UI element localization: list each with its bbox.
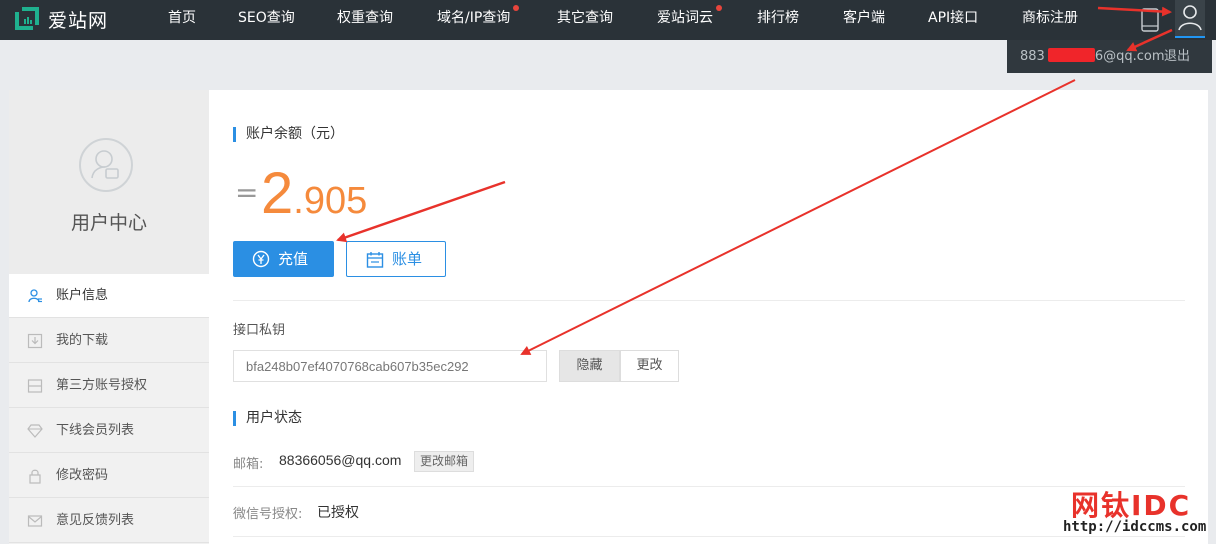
phone-icon[interactable] [1140, 8, 1160, 32]
sidebar-item-label: 账户信息 [56, 288, 109, 303]
new-dot [716, 5, 722, 11]
user-info-icon [28, 289, 42, 303]
logout-link[interactable]: 退出 [1164, 40, 1190, 73]
sidebar-item-third-party[interactable]: 第三方账号授权 [9, 364, 209, 408]
download-icon [27, 333, 43, 349]
divider [233, 536, 1185, 537]
wechat-value: 已授权 [317, 504, 359, 520]
calendar-icon [366, 252, 384, 268]
user-menu-toggle[interactable] [1175, 0, 1205, 38]
hide-key-button[interactable]: 隐藏 [559, 350, 620, 382]
balance-amount: 2.905 [261, 160, 367, 227]
sidebar-item-downline[interactable]: 下线会员列表 [9, 409, 209, 453]
watermark-title: 网钛IDC [1071, 489, 1192, 522]
nav-domain-ip[interactable]: 域名/IP查询 [437, 0, 520, 38]
sidebar-header: 用户中心 [9, 90, 209, 274]
charge-button[interactable]: 充值 [233, 241, 334, 277]
sidebar-item-label: 第三方账号授权 [56, 378, 148, 393]
yuan-coin-icon [252, 250, 270, 268]
user-icon [1178, 5, 1202, 31]
sidebar-item-downloads[interactable]: 我的下载 [9, 319, 209, 363]
nav-label: 首页 [168, 10, 196, 26]
main-panel: 账户余额（元） = 2.905 充值 账单 接口私钥 隐藏 更改 用户状态 邮箱… [209, 90, 1208, 544]
sidebar: 用户中心 账户信息 我的下载 第三方账号授权 下线会员列表 修改密码 意见反馈列… [9, 90, 209, 544]
nav-wordcloud[interactable]: 爱站词云 [657, 0, 722, 38]
divider [233, 300, 1185, 301]
avatar [79, 138, 133, 192]
brand-name: 爱站网 [48, 9, 109, 32]
logo-icon [15, 7, 39, 30]
nav-label: 排行榜 [757, 10, 799, 26]
nav-api[interactable]: API接口 [928, 0, 978, 38]
change-key-button[interactable]: 更改 [620, 350, 679, 382]
nav-label: API接口 [928, 10, 979, 26]
nav-seo[interactable]: SEO查询 [238, 0, 295, 38]
sidebar-item-label: 下线会员列表 [56, 423, 135, 438]
nav-label: SEO查询 [238, 10, 295, 26]
lock-icon [29, 469, 41, 484]
sidebar-item-label: 意见反馈列表 [56, 513, 135, 528]
nav-label: 权重查询 [337, 10, 393, 26]
charge-button-label: 充值 [278, 250, 309, 268]
status-title: 用户状态 [233, 411, 302, 426]
user-dropdown: 883 6@qq.com 退出 [1007, 40, 1212, 73]
nav-label: 域名/IP查询 [437, 10, 511, 26]
api-key-label: 接口私钥 [233, 323, 286, 338]
nav-weight[interactable]: 权重查询 [337, 0, 393, 38]
diamond-icon [27, 424, 43, 438]
redaction-mark [1048, 48, 1095, 62]
nav-client[interactable]: 客户端 [843, 0, 885, 38]
sidebar-item-feedback[interactable]: 意见反馈列表 [9, 499, 209, 543]
sidebar-item-account-info[interactable]: 账户信息 [9, 274, 209, 318]
nav-ranking[interactable]: 排行榜 [757, 0, 799, 38]
email-label: 邮箱: [233, 457, 264, 472]
watermark-url: http://idccms.com [1063, 519, 1207, 535]
amount-prefix: = [235, 176, 259, 209]
bill-button[interactable]: 账单 [346, 241, 446, 277]
sidebar-item-label: 我的下载 [56, 333, 109, 348]
nav-label: 客户端 [843, 10, 885, 26]
change-email-button[interactable]: 更改邮箱 [414, 451, 475, 472]
nav-other[interactable]: 其它查询 [557, 0, 613, 38]
amount-decimal: .905 [293, 180, 368, 222]
card-icon [27, 379, 43, 393]
brand-logo[interactable]: 爱站网 [14, 4, 108, 34]
top-nav-bar: 爱站网 首页 SEO查询 权重查询 域名/IP查询 其它查询 爱站词云 排行榜 … [0, 0, 1216, 40]
sidebar-title: 用户中心 [70, 212, 147, 234]
bill-button-label: 账单 [392, 250, 423, 268]
nav-home[interactable]: 首页 [168, 0, 196, 38]
api-key-field[interactable] [233, 350, 547, 382]
mail-icon [27, 515, 43, 527]
divider [233, 486, 1185, 487]
avatar-user-icon [91, 150, 119, 179]
nav-label: 爱站词云 [657, 10, 713, 26]
nav-label: 其它查询 [557, 10, 613, 26]
nav-label: 商标注册 [1022, 10, 1078, 26]
sidebar-item-label: 修改密码 [56, 468, 109, 483]
email-value: 88366056@qq.com [279, 452, 402, 468]
sidebar-item-password[interactable]: 修改密码 [9, 454, 209, 498]
email-suffix: 6@qq.com [1094, 49, 1165, 64]
balance-title: 账户余额（元） [233, 127, 344, 142]
wechat-label: 微信号授权: [233, 507, 303, 522]
new-dot [513, 5, 520, 11]
nav-trademark[interactable]: 商标注册 [1022, 0, 1078, 38]
email-prefix: 883 [1020, 49, 1045, 64]
amount-integer: 2 [261, 161, 294, 226]
